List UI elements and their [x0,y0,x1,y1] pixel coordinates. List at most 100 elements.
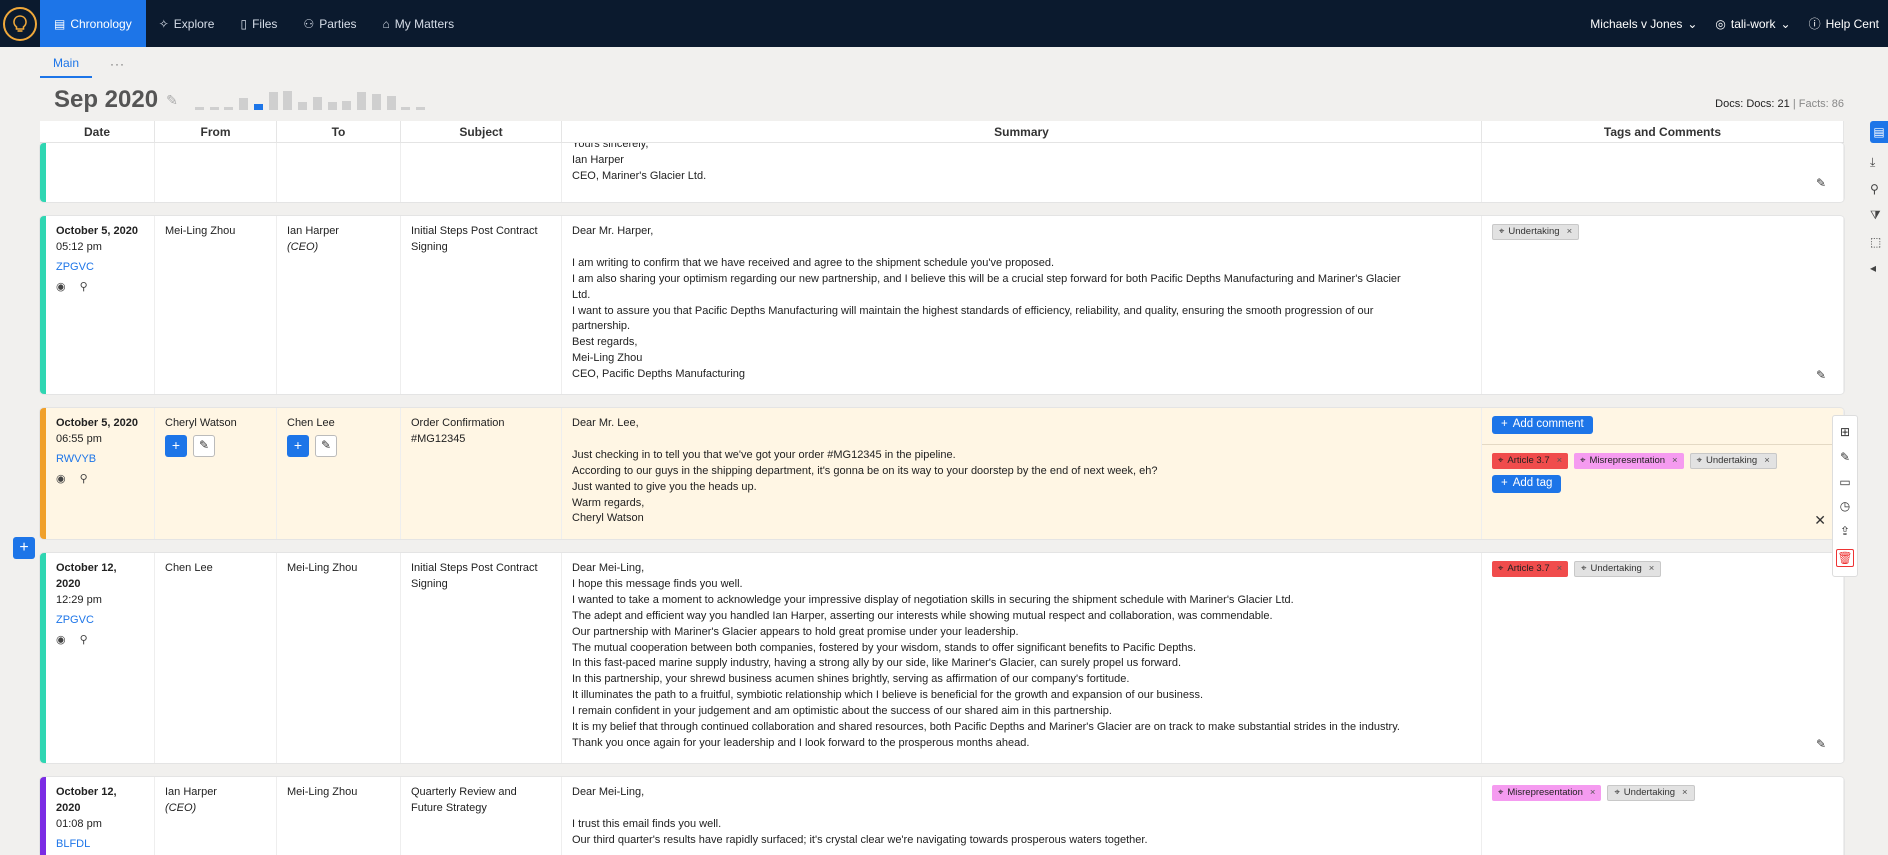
histogram-bar[interactable] [224,107,234,110]
histogram-bar[interactable] [253,103,263,110]
histogram-bar[interactable] [342,100,352,110]
edit-title-icon[interactable]: ✎ [166,92,178,109]
add-tag-button[interactable]: + Add tag [1492,475,1562,493]
col-tags[interactable]: Tags and Comments [1482,121,1844,142]
row-to: Ian Harper (CEO) [277,216,401,394]
briefcase-icon: ⌂ [382,16,390,31]
tag-article-3-7[interactable]: ⌖ Article 3.7 × [1492,561,1569,577]
edit-icon[interactable]: ✎ [1840,450,1850,464]
table-row-selected[interactable]: October 5, 2020 06:55 pm RWVYB ◉ ⚲ Chery… [40,408,1844,539]
col-subject[interactable]: Subject [401,121,562,142]
help-center-link[interactable]: ⓘ Help Cent [1800,0,1888,47]
collapse-icon[interactable]: ◂ [1870,261,1876,275]
nav-my-matters[interactable]: ⌂ My Matters [370,0,468,47]
delete-icon[interactable]: 🗑 [1836,548,1854,567]
tag-undertaking[interactable]: ⌖ Undertaking × [1492,224,1580,240]
history-icon[interactable]: ◷ [1840,499,1850,513]
tag-icon: ⌖ [1581,563,1587,575]
doc-id-link[interactable]: BLFDL [56,837,144,853]
top-nav: ▤ Chronology ✧ Explore ▯ Files ⚇ Parties… [0,0,1888,47]
add-comment-button[interactable]: + Add comment [1492,416,1593,434]
edit-row-icon[interactable]: ✎ [1816,176,1826,190]
histogram-bar[interactable] [416,107,425,110]
remove-tag-icon[interactable]: × [1682,785,1688,801]
tag-undertaking[interactable]: ⌖ Undertaking × [1689,453,1777,469]
search-icon[interactable]: ⚲ [1870,182,1879,196]
export-icon[interactable]: ⇪ [1840,524,1850,538]
col-date[interactable]: Date [40,121,155,142]
histogram-bar[interactable] [195,107,204,110]
row-summary: Dear Mei-Ling, I hope this message finds… [562,553,1482,763]
help-icon: ⓘ [1808,17,1821,31]
histogram-bar[interactable] [371,94,381,110]
remove-tag-icon[interactable]: × [1590,785,1596,801]
nav-files[interactable]: ▯ Files [227,0,290,47]
histogram-bar[interactable] [209,107,219,110]
histogram-bar[interactable] [401,107,411,110]
remove-tag-icon[interactable]: × [1649,561,1655,577]
histogram-bar[interactable] [357,91,367,110]
col-summary[interactable]: Summary [562,121,1482,142]
row-summary: Dear Mei-Ling, I trust this email finds … [562,777,1482,855]
table-row[interactable]: Yours sincerely, Ian Harper CEO, Mariner… [40,143,1844,202]
download-icon[interactable]: ⤓ [1870,155,1875,170]
row-from: Mei-Ling Zhou [155,216,277,394]
add-from-button[interactable]: + [165,434,187,457]
col-from[interactable]: From [155,121,277,142]
workspace-selector[interactable]: ◎ tali-work ⌄ [1706,0,1799,47]
table-row[interactable]: October 12, 2020 12:29 pm ZPGVC ◉ ⚲ Chen… [40,553,1844,763]
eye-icon[interactable]: ◉ [56,472,66,488]
histogram-bar[interactable] [239,98,249,110]
tab-main[interactable]: Main [40,50,93,78]
tag-article-3-7[interactable]: ⌖ Article 3.7 × [1492,453,1569,469]
remove-tag-icon[interactable]: × [1567,224,1573,240]
edit-row-icon[interactable]: ✎ [1816,368,1826,382]
row-subject: Initial Steps Post Contract Signing [401,553,562,763]
tag-misrepresentation[interactable]: ⌖ Misrepresentation × [1492,785,1602,801]
tag-undertaking[interactable]: ⌖ Undertaking × [1607,785,1695,801]
tag-misrepresentation[interactable]: ⌖ Misrepresentation × [1574,453,1684,469]
add-to-button[interactable]: + [287,434,309,457]
chevron-down-icon: ⌄ [1687,16,1698,31]
edit-from-button[interactable]: ✎ [193,434,215,457]
select-icon[interactable]: ⬚ [1870,235,1881,249]
histogram-bar[interactable] [386,95,396,110]
nav-parties[interactable]: ⚇ Parties [290,0,369,47]
document-panel-icon[interactable]: ▤ [1870,121,1888,143]
remove-tag-icon[interactable]: × [1672,453,1678,469]
eye-icon[interactable]: ◉ [56,280,66,296]
histogram-bar[interactable] [327,102,337,110]
table-row[interactable]: October 5, 2020 05:12 pm ZPGVC ◉ ⚲ Mei-L… [40,216,1844,394]
app-logo[interactable] [0,0,40,47]
nav-chronology[interactable]: ▤ Chronology [40,0,146,47]
doc-id-link[interactable]: ZPGVC [56,260,144,276]
histogram-bar[interactable] [283,90,293,110]
hierarchy-icon[interactable]: ⚲ [80,472,88,488]
doc-id-link[interactable]: ZPGVC [56,613,144,629]
matter-selector[interactable]: Michaels v Jones ⌄ [1581,0,1706,47]
edit-to-button[interactable]: ✎ [315,434,337,457]
insert-row-button[interactable]: + [13,537,35,559]
eye-icon[interactable]: ◉ [56,633,66,649]
folder-icon[interactable]: ▭ [1839,475,1850,489]
doc-id-link[interactable]: RWVYB [56,452,144,468]
filter-icon[interactable]: ⧩ [1870,208,1881,223]
remove-tag-icon[interactable]: × [1764,453,1770,469]
month-histogram[interactable] [195,84,425,110]
nav-explore[interactable]: ✧ Explore [146,0,228,47]
histogram-bar[interactable] [312,97,322,110]
hierarchy-icon[interactable]: ⚲ [80,280,88,296]
table-row[interactable]: October 12, 2020 01:08 pm BLFDL ◉ ⚲ Ian … [40,777,1844,855]
tag-undertaking[interactable]: ⌖ Undertaking × [1574,561,1662,577]
histogram-bar[interactable] [268,91,278,110]
close-icon[interactable]: ✕ [1814,512,1826,529]
edit-row-icon[interactable]: ✎ [1816,737,1826,751]
col-to[interactable]: To [277,121,401,142]
histogram-bar[interactable] [298,102,308,110]
remove-tag-icon[interactable]: × [1557,453,1563,469]
add-note-icon[interactable]: ⊞ [1840,425,1850,439]
tab-more[interactable]: ··· [110,57,125,71]
hierarchy-icon[interactable]: ⚲ [80,633,88,649]
remove-tag-icon[interactable]: × [1557,561,1563,577]
tag-icon: ⌖ [1498,563,1504,575]
